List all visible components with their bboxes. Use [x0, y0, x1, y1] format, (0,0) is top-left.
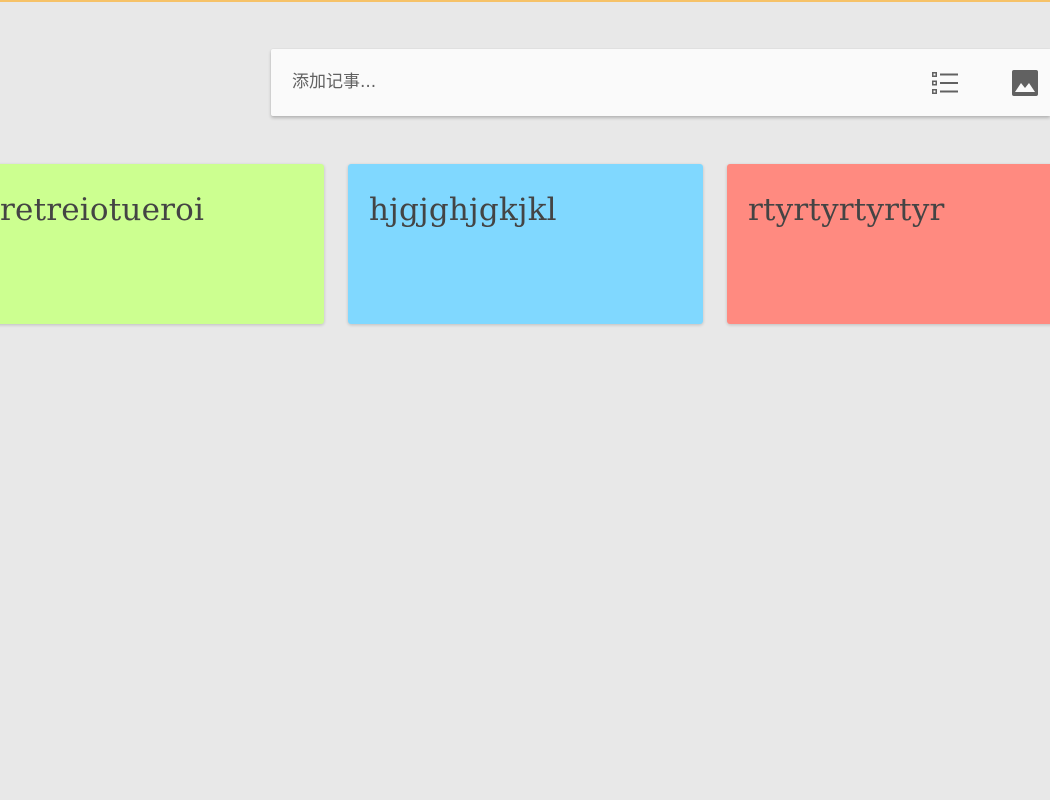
add-image-button[interactable] [1009, 67, 1041, 99]
add-note-input[interactable] [292, 66, 892, 98]
image-icon [1012, 70, 1038, 96]
note-text: hjgjghjgkjkl [369, 192, 557, 228]
note-text: rtyrtyrtyrtyr [748, 192, 945, 228]
note-card[interactable]: rtyrtyrtyrtyr [727, 164, 1050, 324]
checklist-icon [932, 72, 958, 94]
new-list-button[interactable] [929, 67, 961, 99]
note-text: retreiotueroi [0, 192, 205, 228]
top-accent-strip [0, 0, 1050, 2]
add-note-bar [271, 49, 1050, 116]
note-card[interactable]: hjgjghjgkjkl [348, 164, 703, 324]
note-card[interactable]: retreiotueroi [0, 164, 324, 324]
